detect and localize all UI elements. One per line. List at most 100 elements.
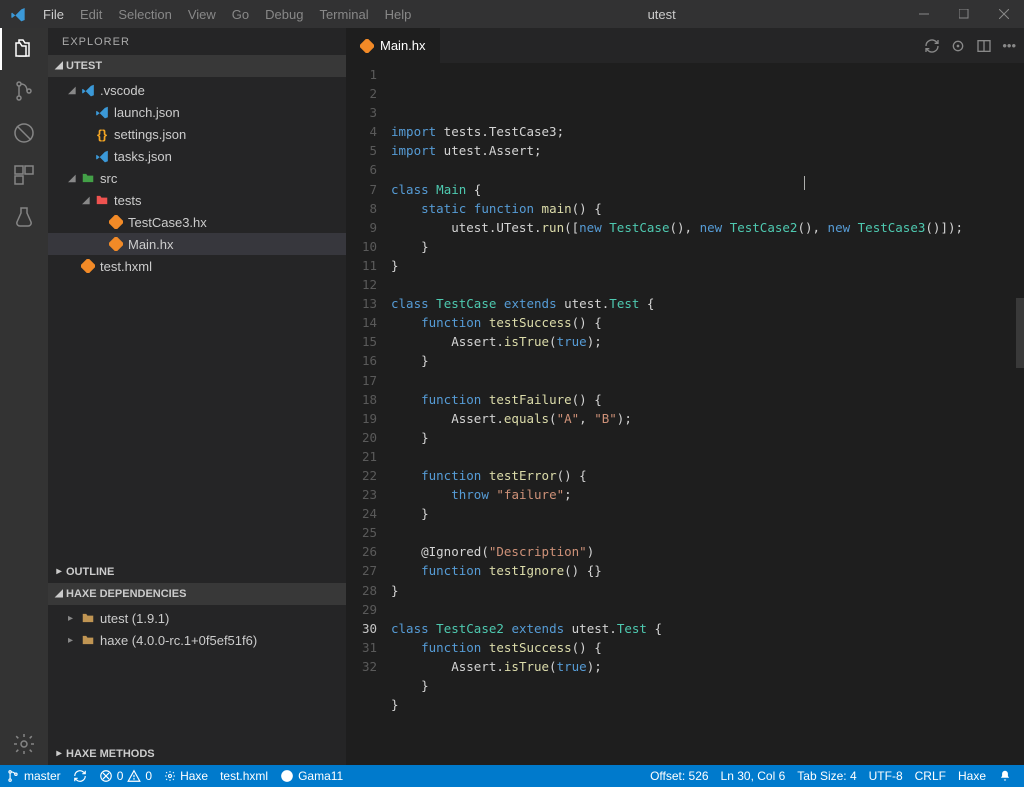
editor-group: Main.hx ••• 1234567891011121314151617181… [346, 28, 1024, 765]
tree-label: Main.hx [128, 237, 174, 252]
folder-icon [94, 193, 110, 207]
window-controls [904, 0, 1024, 28]
vscode-icon [80, 83, 96, 97]
folder-icon [80, 633, 96, 647]
activity-settings[interactable] [0, 723, 48, 765]
titlebar: File Edit Selection View Go Debug Termin… [0, 0, 1024, 28]
line-gutter: 1234567891011121314151617181920212223242… [346, 63, 391, 765]
chevron-right-icon: ▸ [52, 566, 66, 577]
chevron-right-icon: ▸ [68, 635, 80, 646]
tree-label: tests [114, 193, 141, 208]
file-settings-json[interactable]: {} settings.json [48, 123, 346, 145]
tree-label: test.hxml [100, 259, 152, 274]
activity-test[interactable] [0, 196, 48, 238]
status-problems[interactable]: 0 0 [93, 765, 158, 787]
folder-src[interactable]: ◢ src [48, 167, 346, 189]
deps-tree: ▸ utest (1.9.1) ▸ haxe (4.0.0-rc.1+0f5ef… [48, 605, 346, 653]
section-haxedeps-label: HAXE DEPENDENCIES [66, 588, 186, 600]
code-area[interactable]: import tests.TestCase3;import utest.Asse… [391, 63, 1016, 765]
split-editor-icon[interactable] [976, 38, 992, 54]
section-haxemethods[interactable]: ▸ HAXE METHODS [48, 743, 346, 765]
haxe-icon [80, 259, 96, 273]
status-eol[interactable]: CRLF [909, 765, 952, 787]
activity-extensions[interactable] [0, 154, 48, 196]
menu-selection[interactable]: Selection [110, 3, 179, 26]
file-main-hx[interactable]: Main.hx [48, 233, 346, 255]
chevron-down-icon: ◢ [52, 588, 66, 599]
tree-label: launch.json [114, 105, 180, 120]
menu-debug[interactable]: Debug [257, 3, 311, 26]
status-lang[interactable]: Haxe [952, 765, 992, 787]
scrollbar[interactable] [1016, 63, 1024, 765]
folder-icon [80, 611, 96, 625]
branch-label: master [24, 769, 61, 783]
menu-help[interactable]: Help [377, 3, 420, 26]
folder-tests[interactable]: ◢ tests [48, 189, 346, 211]
haxe-icon [108, 237, 124, 251]
status-sync[interactable] [67, 765, 93, 787]
status-branch[interactable]: master [0, 765, 67, 787]
section-haxedeps[interactable]: ◢ HAXE DEPENDENCIES [48, 583, 346, 605]
maximize-button[interactable] [944, 0, 984, 28]
tab-main-hx[interactable]: Main.hx [346, 28, 441, 63]
editor-actions: ••• [924, 28, 1024, 63]
error-count: 0 [117, 769, 124, 783]
status-tabsize[interactable]: Tab Size: 4 [791, 765, 862, 787]
chevron-down-icon: ◢ [52, 60, 66, 71]
status-user[interactable]: Gama11 [274, 765, 349, 787]
refresh-icon[interactable] [924, 38, 940, 54]
status-hxml[interactable]: test.hxml [214, 765, 274, 787]
folder-vscode[interactable]: ◢ .vscode [48, 79, 346, 101]
tab-label: Main.hx [380, 38, 426, 53]
activity-bar [0, 28, 48, 765]
status-lncol[interactable]: Ln 30, Col 6 [715, 765, 792, 787]
minimize-button[interactable] [904, 0, 944, 28]
menu-edit[interactable]: Edit [72, 3, 110, 26]
vscode-icon [94, 105, 110, 119]
menu-terminal[interactable]: Terminal [311, 3, 376, 26]
status-haxe[interactable]: Haxe [158, 765, 214, 787]
warning-count: 0 [145, 769, 152, 783]
status-bell[interactable] [992, 765, 1018, 787]
close-button[interactable] [984, 0, 1024, 28]
app-logo [0, 6, 35, 22]
json-icon: {} [94, 127, 110, 142]
dep-utest[interactable]: ▸ utest (1.9.1) [48, 607, 346, 629]
user-label: Gama11 [298, 769, 343, 783]
activity-explorer[interactable] [0, 28, 48, 70]
haxe-label: Haxe [180, 769, 208, 783]
activity-scm[interactable] [0, 70, 48, 112]
vscode-icon [94, 149, 110, 163]
file-tree: ◢ .vscode launch.json {} settings.json t… [48, 77, 346, 279]
file-launch-json[interactable]: launch.json [48, 101, 346, 123]
status-bar: master 0 0 Haxe test.hxml Gama11 Offset:… [0, 765, 1024, 787]
target-icon[interactable] [950, 38, 966, 54]
chevron-right-icon: ▸ [68, 613, 80, 624]
dep-haxe[interactable]: ▸ haxe (4.0.0-rc.1+0f5ef51f6) [48, 629, 346, 651]
sidebar: EXPLORER ◢ UTEST ◢ .vscode launch.json {… [48, 28, 346, 765]
chevron-down-icon: ◢ [68, 173, 80, 184]
file-test-hxml[interactable]: test.hxml [48, 255, 346, 277]
scroll-thumb[interactable] [1016, 298, 1024, 368]
tab-bar: Main.hx ••• [346, 28, 1024, 63]
menu-file[interactable]: File [35, 3, 72, 26]
activity-debug[interactable] [0, 112, 48, 154]
tree-label: tasks.json [114, 149, 172, 164]
sidebar-title: EXPLORER [48, 28, 346, 55]
menubar: File Edit Selection View Go Debug Termin… [35, 3, 419, 26]
more-icon[interactable]: ••• [1002, 38, 1016, 53]
file-tasks-json[interactable]: tasks.json [48, 145, 346, 167]
editor-body[interactable]: 1234567891011121314151617181920212223242… [346, 63, 1024, 765]
status-offset[interactable]: Offset: 526 [644, 765, 714, 787]
menu-go[interactable]: Go [224, 3, 257, 26]
chevron-down-icon: ◢ [68, 85, 80, 96]
section-workspace[interactable]: ◢ UTEST [48, 55, 346, 77]
window-title: utest [419, 7, 904, 22]
tree-label: utest (1.9.1) [100, 611, 169, 626]
file-testcase3[interactable]: TestCase3.hx [48, 211, 346, 233]
tree-label: TestCase3.hx [128, 215, 207, 230]
status-encoding[interactable]: UTF-8 [863, 765, 909, 787]
menu-view[interactable]: View [180, 3, 224, 26]
section-outline[interactable]: ▸ OUTLINE [48, 561, 346, 583]
section-outline-label: OUTLINE [66, 566, 114, 578]
